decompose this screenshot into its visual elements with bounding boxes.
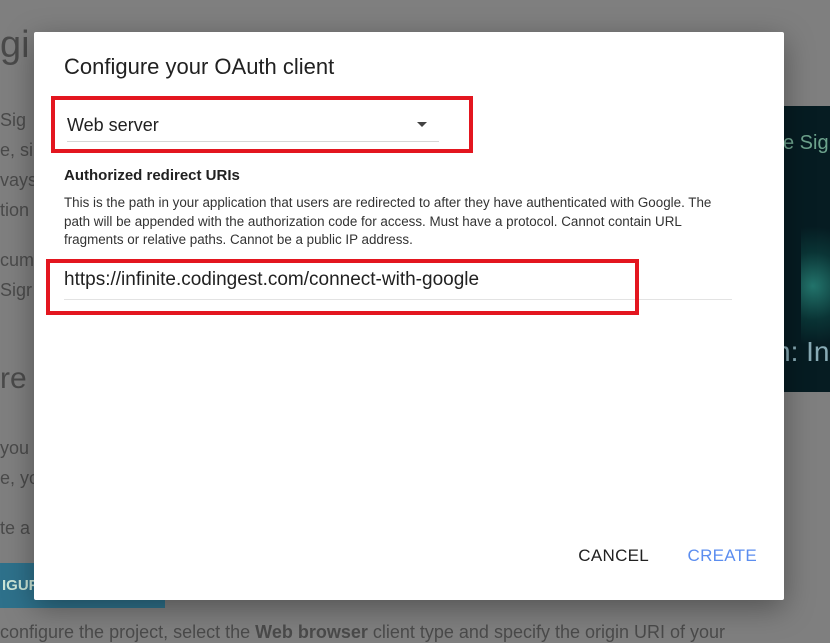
dialog-title: Configure your OAuth client <box>64 54 335 79</box>
cancel-button[interactable]: CANCEL <box>578 546 649 566</box>
bg-text-fragment: tion <box>0 200 30 220</box>
bg-heading-fragment: gi <box>0 24 30 66</box>
redirect-uris-help-text: This is the path in your application tha… <box>64 195 712 247</box>
client-type-selected-value: Web server <box>67 115 159 135</box>
redirect-uri-value: https://infinite.codingest.com/connect-w… <box>64 269 480 290</box>
bg-text-fragment: Sigr <box>0 280 33 300</box>
bottom-text-post: client type and specify the origin URI o… <box>367 622 726 642</box>
video-title-fragment: e Sig <box>783 132 829 154</box>
redirect-uris-heading: Authorized redirect URIs <box>64 167 240 184</box>
bg-text-fragment: you <box>0 438 30 458</box>
bg-text-fragment: vays <box>0 170 38 190</box>
dialog-actions: CANCEL CREATE <box>578 546 757 566</box>
video-glow <box>801 216 830 356</box>
redirect-uri-input[interactable]: https://infinite.codingest.com/connect-w… <box>64 265 732 300</box>
bg-video-thumbnail: e Sig n: In <box>775 106 830 392</box>
bottom-text-bold: Web browser <box>255 622 368 642</box>
client-type-select[interactable]: Web server <box>67 107 439 142</box>
caret-down-icon <box>417 122 427 127</box>
bg-text-fragment: Sig <box>0 110 27 130</box>
oauth-config-dialog: Configure your OAuth client Web server A… <box>34 32 784 600</box>
bottom-text-pre: configure the project, select the <box>0 622 256 642</box>
create-button[interactable]: CREATE <box>688 546 758 566</box>
bg-text-fragment: te a <box>0 518 31 538</box>
bg-text-fragment: cum <box>0 250 35 270</box>
